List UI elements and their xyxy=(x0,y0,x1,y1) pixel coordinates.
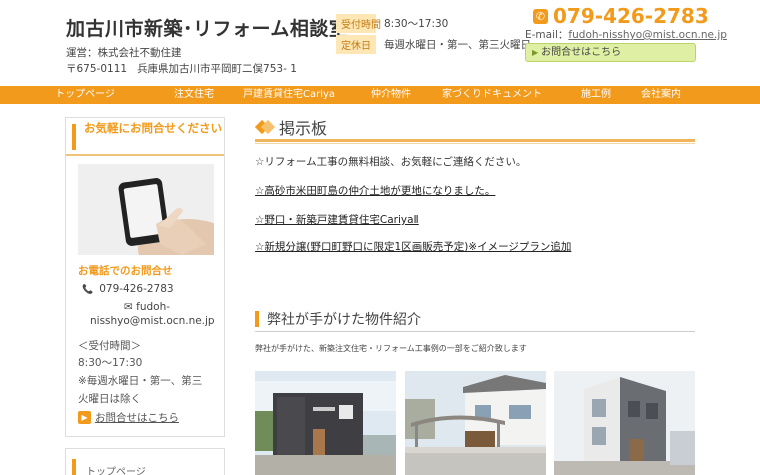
works-underline xyxy=(255,331,695,332)
business-hours: 受付時間 8:30〜17:30 xyxy=(336,14,448,33)
sidebar: お気軽にお問合せください お電話でのお問合せ 📞 079-426-2783 ✉ f… xyxy=(65,117,225,475)
board-underline-thin xyxy=(255,143,695,144)
house-photo[interactable] xyxy=(554,371,695,475)
sidebar-phone-number: 079-426-2783 xyxy=(99,283,174,295)
sidebar-menu-item-top[interactable]: トップページ xyxy=(86,463,146,475)
closed-days: 定休日 毎週水曜日・第一、第三火曜日 xyxy=(336,35,531,54)
mail-icon: ✉ xyxy=(124,301,133,313)
closed-label: 定休日 xyxy=(336,35,376,54)
works-title: 弊社が手がけた物件紹介 xyxy=(267,312,421,328)
house-photo[interactable] xyxy=(255,371,396,475)
sidebar-contact-label: お問合せはこちら xyxy=(95,412,179,424)
arrow-right-icon: ▶ xyxy=(78,411,91,424)
news-item-link[interactable]: ☆高砂市米田町島の仲介土地が更地になりました。 xyxy=(255,183,495,198)
menu-bar xyxy=(72,459,76,475)
arrow-right-icon: ▶ xyxy=(532,48,539,57)
nav-item-brokerage[interactable]: 仲介物件 xyxy=(360,86,422,104)
site-title[interactable]: 加古川市新築･リフォーム相談室 xyxy=(66,14,348,41)
works-heading: 弊社が手がけた物件紹介 xyxy=(255,308,421,330)
sidebar-closed-line2: 火曜日は除く xyxy=(78,393,141,405)
smartphone-hand-image xyxy=(78,164,214,255)
sidebar-menu-box: トップページ xyxy=(65,448,225,475)
phone-number: 079-426-2783 xyxy=(553,4,709,28)
sidebar-hours-label: ＜受付時間＞ xyxy=(78,340,141,352)
street-address: 兵庫県加古川市平岡町二俣753- 1 xyxy=(137,63,297,75)
news-item: ☆リフォーム工事の無料相談、お気軽にご連絡ください。 xyxy=(255,156,527,168)
header-phone[interactable]: ✆ 079-426-2783 xyxy=(533,4,709,28)
phone-icon: 📞 xyxy=(82,285,94,295)
board-heading: 掲示板 xyxy=(254,114,695,140)
house-photo[interactable] xyxy=(405,371,546,475)
site-header: 加古川市新築･リフォーム相談室 運営：株式会社不動住建 〒675-0111 兵庫県… xyxy=(0,0,760,86)
title-bar xyxy=(72,124,76,150)
hours-value: 8:30〜17:30 xyxy=(384,18,449,30)
main-content: 掲示板 ☆リフォーム工事の無料相談、お気軽にご連絡ください。 ☆高砂市米田町島の… xyxy=(254,114,695,475)
email-link[interactable]: fudoh-nisshyo@mist.ocn.ne.jp xyxy=(568,29,726,41)
sidebar-title-text: お気軽にお問合せください xyxy=(84,121,222,135)
email-part1: fudoh- xyxy=(136,301,171,313)
phone-icon: ✆ xyxy=(533,8,548,24)
sidebar-title: お気軽にお問合せください xyxy=(66,118,224,156)
nav-item-top[interactable]: トップページ xyxy=(0,86,170,104)
phone-heading: お電話でのお問合せ xyxy=(78,265,173,277)
sidebar-contact-link[interactable]: ▶ お問合せはこちら xyxy=(78,410,179,425)
contact-box: お気軽にお問合せください お電話でのお問合せ 📞 079-426-2783 ✉ f… xyxy=(65,117,225,437)
contact-button[interactable]: ▶ お問合せはこちら xyxy=(525,43,696,62)
news-item-link[interactable]: ☆野口・新築戸建賃貸住宅CariyaⅡ xyxy=(255,212,419,227)
nav-item-custom-home[interactable]: 注文住宅 xyxy=(170,86,218,104)
sidebar-hours: 8:30〜17:30 xyxy=(78,357,143,369)
sidebar-closed-line1: ※毎週水曜日・第一、第三 xyxy=(78,375,203,387)
nav-item-cariya[interactable]: 戸建賃貸住宅Cariya xyxy=(218,86,360,104)
global-nav: トップページ 注文住宅 戸建賃貸住宅Cariya 仲介物件 家づくりドキュメント… xyxy=(0,86,760,104)
nav-item-company[interactable]: 会社案内 xyxy=(630,86,692,104)
contact-button-label: お問合せはこちら xyxy=(541,47,622,58)
closed-value: 毎週水曜日・第一、第三火曜日 xyxy=(384,39,531,51)
sidebar-phone[interactable]: 📞 079-426-2783 xyxy=(82,283,174,295)
company-name: 運営：株式会社不動住建 xyxy=(66,47,182,59)
nav-item-examples[interactable]: 施工例 xyxy=(562,86,630,104)
works-description: 弊社が手がけた、新築注文住宅・リフォーム工事例の一部をご紹介致します xyxy=(255,344,527,353)
board-title: 掲示板 xyxy=(279,119,328,138)
postal-code: 〒675-0111 xyxy=(66,63,128,75)
email-row: E-mail：fudoh-nisshyo@mist.ocn.ne.jp xyxy=(525,27,727,42)
nav-item-document[interactable]: 家づくりドキュメント xyxy=(422,86,562,104)
email-prefix: E-mail： xyxy=(525,29,569,41)
board-underline xyxy=(255,139,695,142)
hours-label: 受付時間 xyxy=(336,14,381,33)
news-item-link[interactable]: ☆新規分譲(野口町野口に限定1区画販売予定)※イメージプラン追加 xyxy=(255,239,571,254)
address: 〒675-0111 兵庫県加古川市平岡町二俣753- 1 xyxy=(66,61,297,76)
heading-bar xyxy=(255,311,259,327)
sidebar-email-line2[interactable]: nisshyo@mist.ocn.ne.jp xyxy=(90,315,215,327)
sidebar-email-line1[interactable]: ✉ fudoh- xyxy=(124,301,170,313)
diamond-icon xyxy=(254,119,276,135)
